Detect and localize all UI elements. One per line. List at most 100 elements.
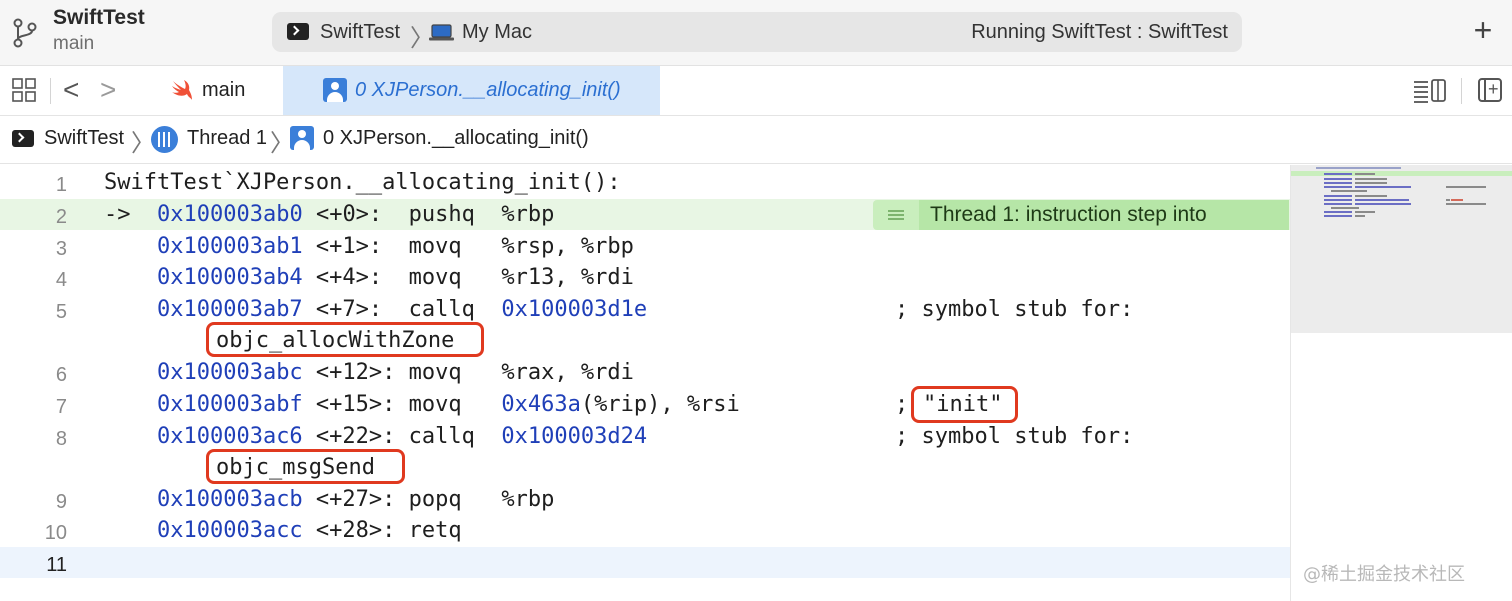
- comment: ; symbol stub for:: [895, 297, 1134, 322]
- instruction: 0x100003ac6 <+22>: callq 0x100003d24: [104, 424, 647, 449]
- comment: ; symbol stub for:: [895, 424, 1134, 449]
- code-line[interactable]: 6 0x100003abc <+12>: movq %rax, %rdi: [0, 357, 1290, 388]
- instruction-address: 0x100003acc: [156, 518, 303, 543]
- jumpbar-item-frame[interactable]: 0 XJPerson.__allocating_init(): [323, 127, 589, 150]
- instruction-text: <+0>: pushq %rbp: [302, 202, 555, 227]
- scheme-selector[interactable]: SwiftTest: [320, 21, 400, 44]
- thread-icon: [151, 126, 178, 153]
- instruction-address: 0x100003abf: [156, 392, 303, 417]
- instruction-address: 0x100003abc: [156, 360, 303, 385]
- tab-allocating-init[interactable]: 0 XJPerson.__allocating_init(): [283, 66, 660, 115]
- code-line-wrap: objc_msgSend: [0, 452, 1290, 483]
- instruction: 0x100003ab7 <+7>: callq 0x100003d1e: [104, 297, 647, 322]
- instruction-address: 0x100003ab7: [156, 297, 303, 322]
- window-titlebar: SwiftTest main SwiftTest 〉 My Mac Runnin…: [0, 0, 1512, 66]
- line-number: 7: [55, 396, 67, 418]
- jumpbar-item-project[interactable]: SwiftTest: [44, 127, 124, 150]
- swift-icon: [172, 80, 192, 100]
- plus-icon[interactable]: +: [1466, 14, 1500, 48]
- code-line[interactable]: 7 0x100003abf <+15>: movq 0x463a(%rip), …: [0, 389, 1290, 420]
- instruction-address: 0x100003acb: [156, 487, 303, 512]
- instruction-text: <+28>: retq: [302, 518, 462, 543]
- scheme-activity-bar[interactable]: SwiftTest 〉 My Mac Running SwiftTest : S…: [272, 12, 1242, 52]
- instruction-address: 0x100003ab4: [156, 265, 303, 290]
- instruction: 0x100003abf <+15>: movq 0x463a(%rip), %r…: [104, 392, 740, 417]
- call-target: 0x100003d24: [501, 424, 648, 449]
- code-line[interactable]: 8 0x100003ac6 <+22>: callq 0x100003d24 ;…: [0, 421, 1290, 452]
- tab-main[interactable]: main: [140, 66, 283, 115]
- instruction-text: <+4>: movq %r13, %rdi: [302, 265, 634, 290]
- minimap[interactable]: [1290, 165, 1512, 601]
- terminal-icon: [287, 23, 309, 40]
- annotation-box: [911, 386, 1018, 423]
- add-editor-icon[interactable]: [1478, 78, 1502, 102]
- editor-tab-bar: < > main 0 XJPerson.__allocating_init(): [0, 66, 1512, 116]
- code-line[interactable]: 4 0x100003ab4 <+4>: movq %r13, %rdi: [0, 262, 1290, 293]
- jump-bar: SwiftTest 〉 Thread 1 〉 0 XJPerson.__allo…: [0, 116, 1512, 164]
- watermark: @稀土掘金技术社区: [1303, 564, 1465, 585]
- line-number: 4: [55, 269, 67, 291]
- activity-status: Running SwiftTest : SwiftTest: [971, 21, 1228, 43]
- instruction: 0x100003ab4 <+4>: movq %r13, %rdi: [104, 265, 634, 290]
- instruction: 0x100003acc <+28>: retq: [104, 518, 462, 543]
- project-name[interactable]: SwiftTest: [53, 6, 145, 30]
- jumpbar-item-thread[interactable]: Thread 1: [187, 127, 267, 150]
- line-number: 6: [55, 364, 67, 386]
- annotation-box: [206, 449, 405, 484]
- instruction: -> 0x100003ab0 <+0>: pushq %rbp: [104, 202, 554, 227]
- instruction-address: 0x100003ac6: [156, 424, 303, 449]
- run-destination[interactable]: My Mac: [462, 21, 532, 44]
- instruction-text: <+1>: movq %rsp, %rbp: [302, 234, 634, 259]
- instruction-address: 0x100003ab1: [156, 234, 303, 259]
- line-number: 3: [55, 238, 67, 260]
- comment: ;: [895, 392, 909, 417]
- instruction-address: 0x100003ab0: [157, 202, 303, 227]
- function-label: SwiftTest`XJPerson.__allocating_init():: [104, 170, 621, 195]
- call-target: 0x100003d1e: [501, 297, 648, 322]
- person-frame-icon: [323, 78, 347, 102]
- thread-stop-badge[interactable]: Thread 1: instruction step into: [873, 200, 1289, 230]
- laptop-icon: [429, 24, 454, 41]
- instruction: 0x100003ab1 <+1>: movq %rsp, %rbp: [104, 234, 634, 259]
- minimap-visible-region[interactable]: [1291, 165, 1512, 333]
- terminal-icon: [12, 130, 34, 147]
- person-frame-icon: [290, 126, 314, 150]
- instruction-text: <+12>: movq %rax, %rdi: [302, 360, 634, 385]
- code-line[interactable]: 5 0x100003ab7 <+7>: callq 0x100003d1e ; …: [0, 294, 1290, 325]
- pc-arrow: ->: [104, 202, 131, 227]
- chevron-left-icon[interactable]: <: [63, 74, 79, 106]
- instruction: 0x100003acb <+27>: popq %rbp: [104, 487, 554, 512]
- line-number: 1: [55, 174, 67, 196]
- code-line[interactable]: 10 0x100003acc <+28>: retq: [0, 515, 1290, 546]
- line-number: 2: [55, 206, 67, 228]
- line-number: 5: [55, 301, 67, 323]
- related-items-grid-icon[interactable]: [12, 78, 36, 102]
- code-line-wrap: objc_allocWithZone: [0, 325, 1290, 356]
- instruction-text: <+7>: callq: [302, 297, 502, 322]
- tab-label: main: [202, 79, 246, 101]
- line-number: 10: [44, 522, 67, 544]
- rip-offset: 0x463a: [501, 392, 581, 417]
- line-number: 9: [55, 491, 67, 513]
- tab-label: 0 XJPerson.__allocating_init(): [355, 79, 621, 101]
- inspector-toggle-icon[interactable]: [1413, 78, 1447, 104]
- code-line-cursor[interactable]: 11: [0, 547, 1290, 578]
- code-line[interactable]: 3 0x100003ab1 <+1>: movq %rsp, %rbp: [0, 231, 1290, 262]
- instruction-text: <+22>: callq: [302, 424, 502, 449]
- instruction: 0x100003abc <+12>: movq %rax, %rdi: [104, 360, 634, 385]
- toolbar-divider: [50, 78, 51, 104]
- annotation-box: [206, 322, 484, 357]
- menu-lines-icon: [873, 200, 919, 230]
- line-number: 8: [55, 428, 67, 450]
- code-line[interactable]: 1 SwiftTest`XJPerson.__allocating_init()…: [0, 167, 1290, 198]
- line-number: 11: [46, 554, 67, 576]
- chevron-right-icon[interactable]: >: [100, 74, 116, 106]
- instruction-text: <+15>: movq: [302, 392, 502, 417]
- branch-name[interactable]: main: [53, 33, 94, 55]
- code-line[interactable]: 9 0x100003acb <+27>: popq %rbp: [0, 484, 1290, 515]
- instruction-text: <+27>: popq %rbp: [302, 487, 555, 512]
- toolbar-divider: [1461, 78, 1462, 104]
- disassembly-editor[interactable]: 1 SwiftTest`XJPerson.__allocating_init()…: [0, 165, 1290, 601]
- instruction-operands: (%rip), %rsi: [580, 392, 740, 417]
- branch-icon: [13, 18, 37, 48]
